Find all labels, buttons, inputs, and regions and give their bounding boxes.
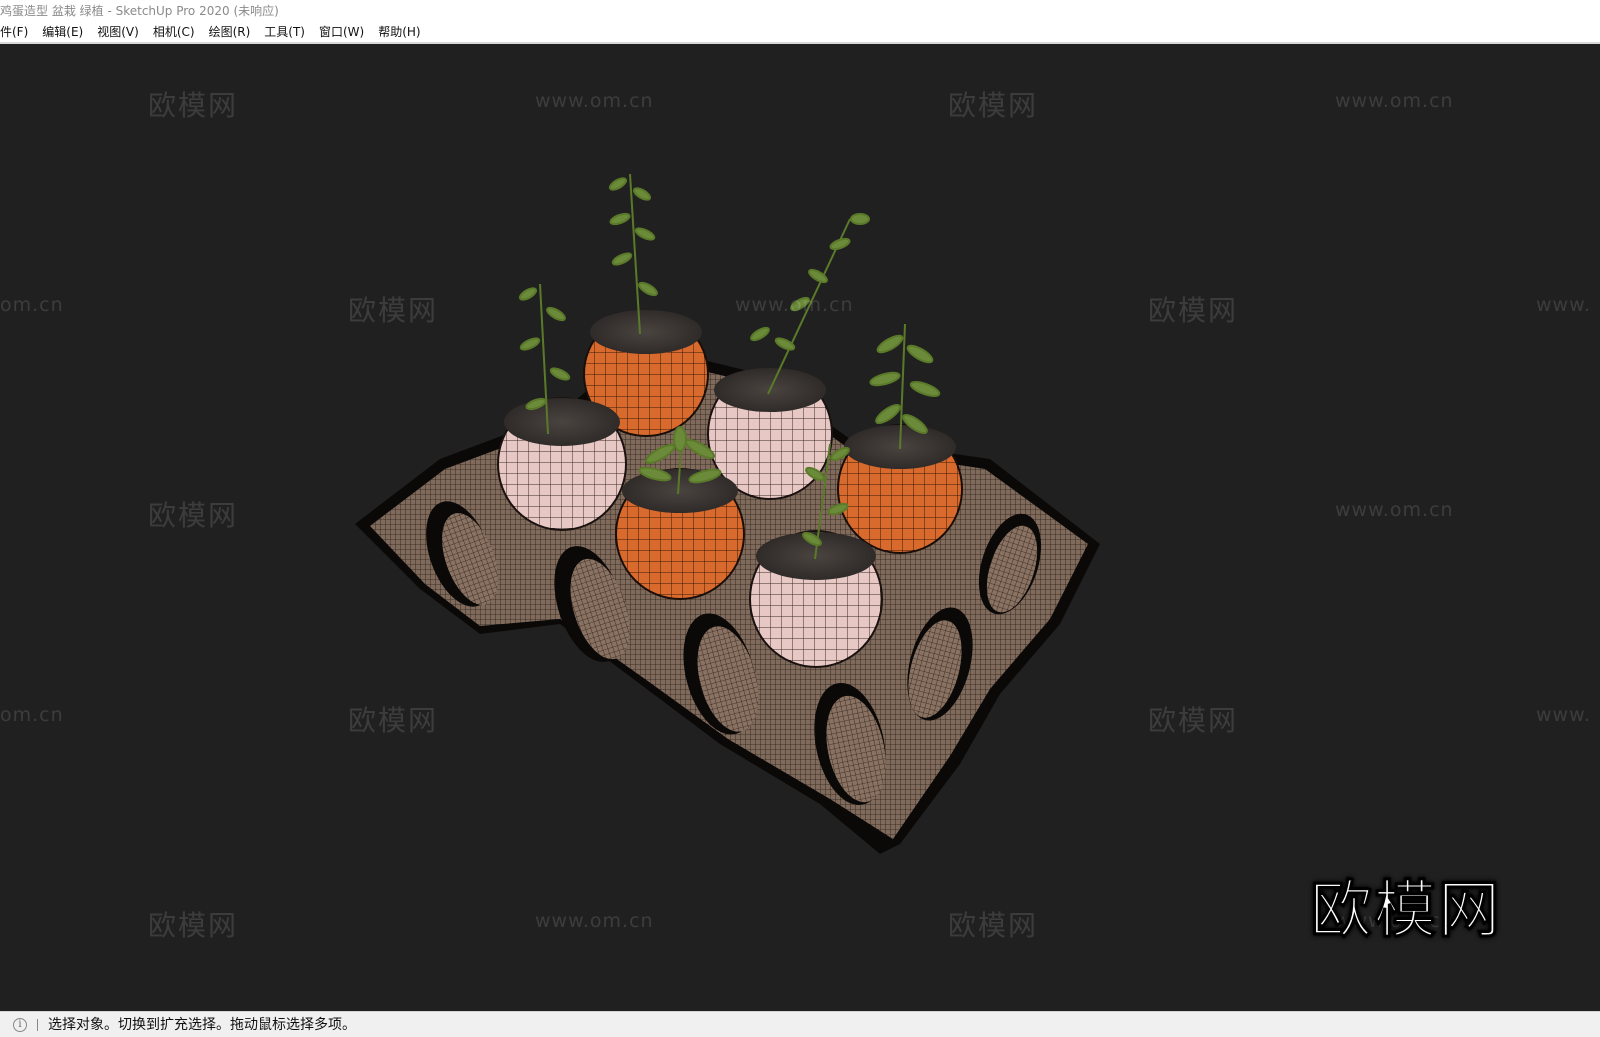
watermark-url-cut: www. [1536,704,1591,726]
watermark-cn: 欧模网 [348,294,439,327]
menu-file[interactable]: 件(F) [0,22,35,42]
watermark-cn: 欧模网 [348,704,439,737]
status-text: 选择对象。切换到扩充选择。拖动鼠标选择多项。 [48,1016,356,1033]
watermark-logo: 欧模网 [1309,873,1503,947]
menu-bar: 件(F) 编辑(E) 视图(V) 相机(C) 绘图(R) 工具(T) 窗口(W)… [0,22,1600,42]
pot-orange-front [615,468,745,600]
info-icon[interactable]: i [13,1017,27,1032]
watermark-url: www.om.cn [735,294,854,316]
watermark-cn: 欧模网 [1148,294,1239,327]
watermark-cn: 欧模网 [1148,704,1239,737]
pot-pink-left [497,397,627,531]
watermark-cn: 欧模网 [948,89,1039,122]
menu-edit[interactable]: 编辑(E) [35,22,90,42]
status-divider [37,1018,38,1031]
model-viewport[interactable]: 欧模网 www.om.cn 欧模网 www.om.cn om.cn 欧模网 ww… [0,44,1600,1011]
watermark-url-cut: om.cn [0,294,64,316]
watermark-url-cut: www. [1536,294,1591,316]
menu-tools[interactable]: 工具(T) [257,22,312,42]
watermark-cn: 欧模网 [148,909,239,942]
watermark-url: www.om.cn [535,90,654,112]
watermark-cn: 欧模网 [948,909,1039,942]
menu-help[interactable]: 帮助(H) [371,22,427,42]
watermark-url: www.om.cn [535,910,654,932]
watermark-cn: 欧模网 [148,499,239,532]
menu-draw[interactable]: 绘图(R) [202,22,258,42]
menu-view[interactable]: 视图(V) [90,22,146,42]
menu-window[interactable]: 窗口(W) [312,22,371,42]
watermark-url-cut: om.cn [0,704,64,726]
watermark-cn: 欧模网 [148,89,239,122]
watermark-url: www.om.cn [1335,90,1454,112]
watermark-url: www.om.cn [1335,499,1454,521]
status-bar: i 选择对象。切换到扩充选择。拖动鼠标选择多项。 [0,1011,1600,1037]
window-title: 鸡蛋造型 盆栽 绿植 - SketchUp Pro 2020 (未响应) [0,0,1600,22]
menu-camera[interactable]: 相机(C) [146,22,202,42]
